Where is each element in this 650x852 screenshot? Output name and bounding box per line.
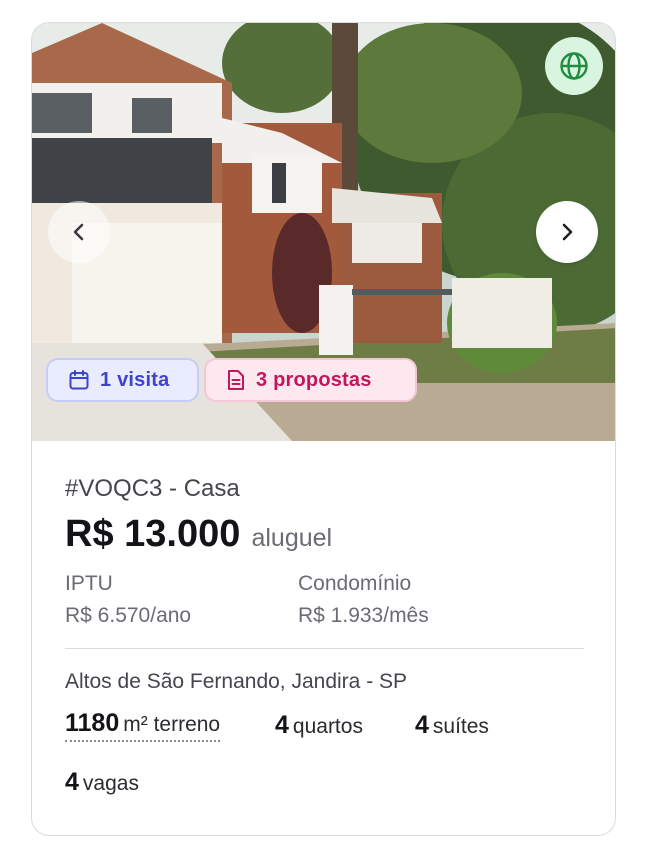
suites-value: 4 [415,711,429,739]
visits-badge[interactable]: 1 visita [46,358,199,402]
proposals-badge[interactable]: 3 propostas [204,358,417,402]
land-area[interactable]: 1180 m² terreno [65,709,221,742]
land-area-value: 1180 [65,709,120,737]
iptu-value: R$ 6.570/ano [65,604,192,627]
listing-code-type: #VOQC3 - Casa [65,475,240,502]
bedrooms-unit: quartos [292,715,363,738]
suites-unit: suítes [432,715,489,738]
divider [65,648,584,649]
iptu-label: IPTU [65,572,113,595]
land-area-unit: m² terreno [123,713,221,736]
parking-value: 4 [65,768,79,796]
chevron-right-icon [562,223,573,241]
proposals-badge-label: 3 propostas [256,368,372,391]
property-photo[interactable]: 1 visita 3 propostas [32,23,615,441]
bedrooms-value: 4 [275,711,289,739]
visits-badge-label: 1 visita [100,368,170,391]
property-address: Altos de São Fernando, Jandira - SP [65,670,408,693]
parking: 4 vagas [65,768,139,797]
listing-card[interactable]: 1 visita 3 propostas #VOQC3 - Casa R$ 13… [31,22,616,836]
price-row: R$ 13.000 aluguel [65,513,332,556]
previous-photo-button[interactable] [48,201,110,263]
globe-icon [560,52,588,80]
globe-button[interactable] [545,37,603,95]
bedrooms: 4 quartos [275,711,363,740]
document-icon [228,370,244,390]
condo-value: R$ 1.933/mês [298,604,429,627]
chevron-left-icon [73,223,84,241]
calendar-icon [69,370,89,390]
parking-unit: vagas [82,772,139,795]
suites: 4 suítes [415,711,489,740]
next-photo-button[interactable] [536,201,598,263]
rent-price: R$ 13.000 [65,513,241,555]
condo-label: Condomínio [298,572,412,595]
price-type: aluguel [251,524,333,552]
